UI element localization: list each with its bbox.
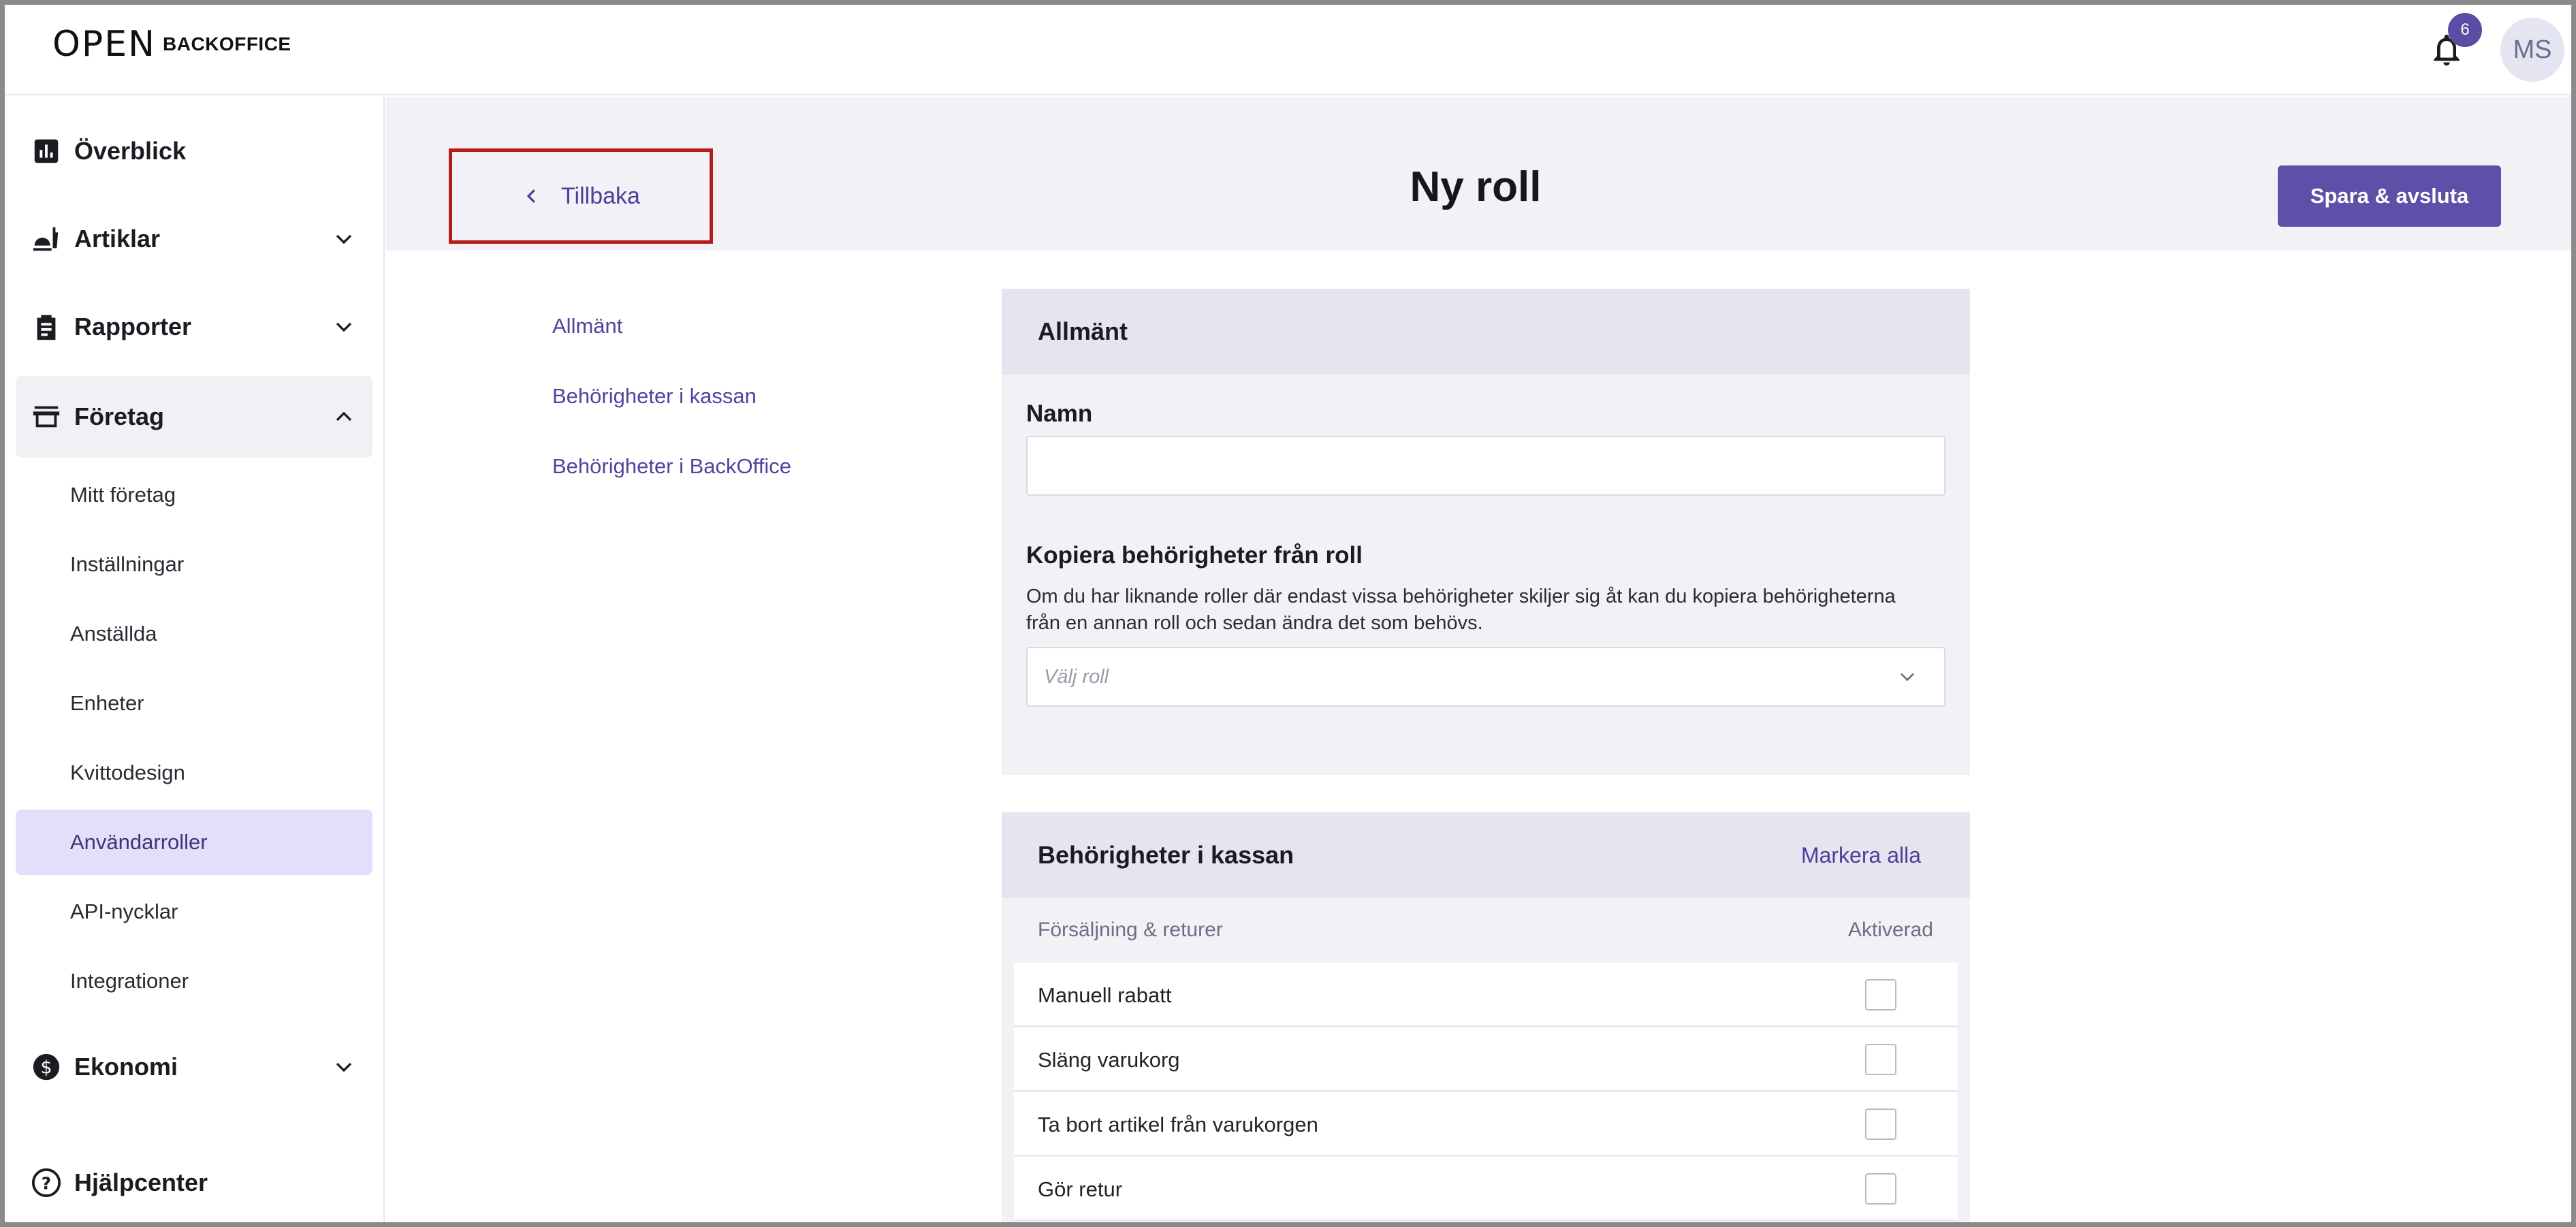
back-button[interactable]: Tillbaka	[449, 148, 713, 244]
sidebar-subitem-label: Mitt företag	[70, 483, 176, 507]
permission-label: Gör retur	[1038, 1177, 1123, 1201]
sidebar-subitem-label: API-nycklar	[70, 899, 178, 923]
permission-row: Manuell rabatt	[1014, 963, 1958, 1027]
permission-checkbox[interactable]	[1865, 1044, 1896, 1075]
sidebar-item-overview[interactable]: Överblick	[16, 118, 372, 185]
permission-label: Släng varukorg	[1038, 1048, 1180, 1072]
notification-badge: 6	[2448, 13, 2482, 47]
card-header: Behörigheter i kassan Markera alla	[1002, 812, 1970, 898]
sidebar-item-label: Företag	[74, 402, 165, 430]
sidebar-item-label: Hjälpcenter	[74, 1168, 208, 1196]
sidebar-subitem-label: Inställningar	[70, 552, 185, 576]
permission-checkbox[interactable]	[1865, 979, 1896, 1010]
sidebar-subitem-label: Integrationer	[70, 969, 189, 993]
chevron-up-icon	[336, 411, 352, 421]
save-and-exit-button[interactable]: Spara & avsluta	[2278, 165, 2501, 227]
anchor-general[interactable]: Allmänt	[552, 314, 622, 338]
sidebar-item-company[interactable]: Företag	[16, 376, 372, 458]
sidebar-item-help[interactable]: ? Hjälpcenter	[16, 1149, 372, 1216]
help-icon: ?	[31, 1168, 61, 1198]
logo-mark: OPEN	[52, 24, 157, 65]
sidebar-item-label: Ekonomi	[74, 1053, 178, 1081]
sidebar-subitem-label: Kvittodesign	[70, 761, 185, 784]
anchor-backoffice-permissions[interactable]: Behörigheter i BackOffice	[552, 454, 791, 479]
sidebar-item-economy[interactable]: $ Ekonomi	[16, 1034, 372, 1100]
store-icon	[33, 406, 60, 428]
pos-permissions-card: Behörigheter i kassan Markera alla Försä…	[1002, 812, 1970, 1222]
sidebar-item-reports[interactable]: Rapporter	[16, 293, 372, 360]
chevron-down-icon	[336, 322, 352, 332]
chevron-down-icon	[336, 1062, 352, 1072]
avatar[interactable]: MS	[2500, 18, 2564, 82]
food-icon	[33, 227, 59, 251]
permission-checkbox[interactable]	[1865, 1109, 1896, 1140]
copy-role-select[interactable]: Välj roll	[1026, 647, 1945, 707]
card-title: Allmänt	[1038, 317, 1128, 345]
svg-text:?: ?	[42, 1174, 51, 1194]
sidebar-subitem-api-keys[interactable]: API-nycklar	[16, 879, 372, 944]
name-input[interactable]	[1026, 436, 1945, 496]
permission-row: Släng varukorg	[1014, 1027, 1958, 1091]
card-header: Allmänt	[1002, 289, 1970, 375]
anchor-pos-permissions[interactable]: Behörigheter i kassan	[552, 384, 757, 409]
enabled-column-label: Aktiverad	[1847, 919, 1933, 941]
sidebar-subitem-integrations[interactable]: Integrationer	[16, 949, 372, 1014]
sidebar-item-label: Artiklar	[74, 225, 161, 253]
permission-row: Ta bort artikel från varukorgen	[1014, 1092, 1958, 1156]
mark-all-link[interactable]: Markera alla	[1801, 843, 1921, 868]
copy-role-label: Kopiera behörigheter från roll	[1026, 542, 1363, 569]
permission-row: Gör retur	[1014, 1157, 1958, 1221]
sidebar-item-label: Överblick	[74, 137, 187, 165]
sidebar-subitem-employees[interactable]: Anställda	[16, 601, 372, 667]
sidebar-subitem-user-roles[interactable]: Användarroller	[16, 810, 372, 875]
sidebar-subitem-label: Användarroller	[70, 830, 208, 854]
chevron-down-icon	[336, 234, 352, 244]
page-title: Ny roll	[1410, 163, 1542, 210]
back-label: Tillbaka	[561, 182, 640, 209]
sidebar-subitem-settings[interactable]: Inställningar	[16, 532, 372, 597]
copy-role-help: Om du har liknande roller där endast vis…	[1026, 586, 1896, 634]
logo[interactable]: OPEN BACKOFFICE	[52, 24, 291, 65]
name-label: Namn	[1026, 400, 1093, 427]
permission-label: Manuell rabatt	[1038, 983, 1172, 1007]
sidebar-subitem-devices[interactable]: Enheter	[16, 671, 372, 736]
logo-text: BACKOFFICE	[163, 33, 291, 54]
permissions-section-header: Försäljning & returer Aktiverad	[1002, 898, 1970, 962]
card-title: Behörigheter i kassan	[1038, 841, 1294, 869]
sidebar: Överblick Artiklar Rapporter Företag Mit…	[5, 95, 385, 1222]
permission-checkbox[interactable]	[1865, 1173, 1896, 1205]
general-card: Allmänt Namn Kopiera behörigheter från r…	[1002, 289, 1970, 775]
sidebar-subitem-label: Enheter	[70, 691, 144, 715]
app-window: OPEN BACKOFFICE 6 MS Överblick Artiklar	[0, 0, 2576, 1227]
dollar-icon: $	[33, 1053, 60, 1081]
permission-label: Ta bort artikel från varukorgen	[1038, 1113, 1318, 1136]
chevron-down-icon	[1901, 673, 1914, 682]
section-label: Försäljning & returer	[1038, 919, 1223, 941]
bar-chart-icon	[34, 139, 59, 163]
select-placeholder: Välj roll	[1044, 665, 1109, 688]
top-bar: OPEN BACKOFFICE 6 MS	[5, 5, 2571, 95]
sidebar-item-label: Rapporter	[74, 313, 192, 340]
clipboard-icon	[37, 315, 56, 340]
sidebar-subitem-my-company[interactable]: Mitt företag	[16, 462, 372, 528]
sidebar-subitem-receipt-design[interactable]: Kvittodesign	[16, 740, 372, 806]
svg-text:$: $	[40, 1057, 52, 1079]
sidebar-subitem-label: Anställda	[70, 622, 157, 646]
chevron-left-icon	[526, 189, 535, 203]
sidebar-item-articles[interactable]: Artiklar	[16, 206, 372, 272]
